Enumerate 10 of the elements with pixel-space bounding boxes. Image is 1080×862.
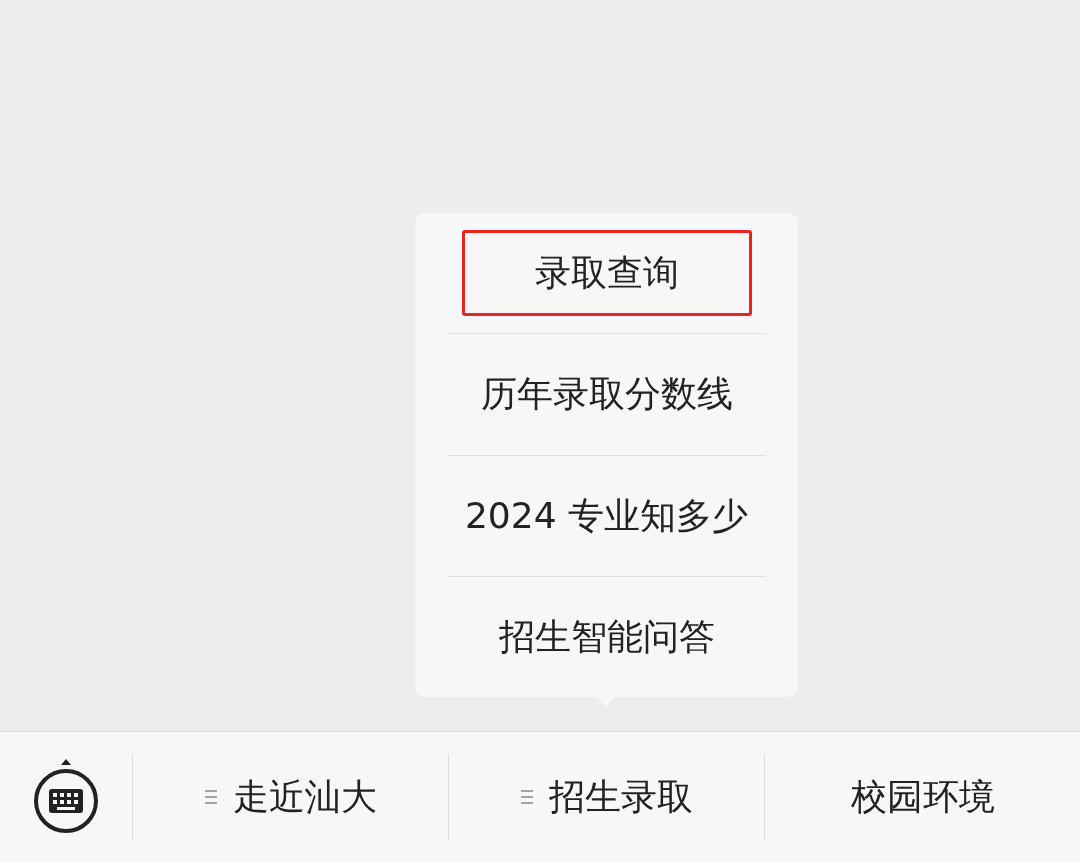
menu-tab[interactable]: 校园环境 xyxy=(850,770,995,824)
menu-item[interactable]: 历年录取分数线 xyxy=(461,351,752,438)
menu-tab[interactable]: 走近汕大 xyxy=(204,770,377,824)
keyboard-icon[interactable] xyxy=(33,759,99,835)
menu-icon xyxy=(204,790,217,804)
menu-item[interactable]: 录取查询 xyxy=(461,230,752,317)
menu-tab[interactable]: 招生录取 xyxy=(520,770,693,824)
menu-item[interactable]: 2024 专业知多少 xyxy=(461,472,752,559)
menu-icon xyxy=(520,790,533,804)
menu-item[interactable]: 招生智能问答 xyxy=(461,593,752,680)
